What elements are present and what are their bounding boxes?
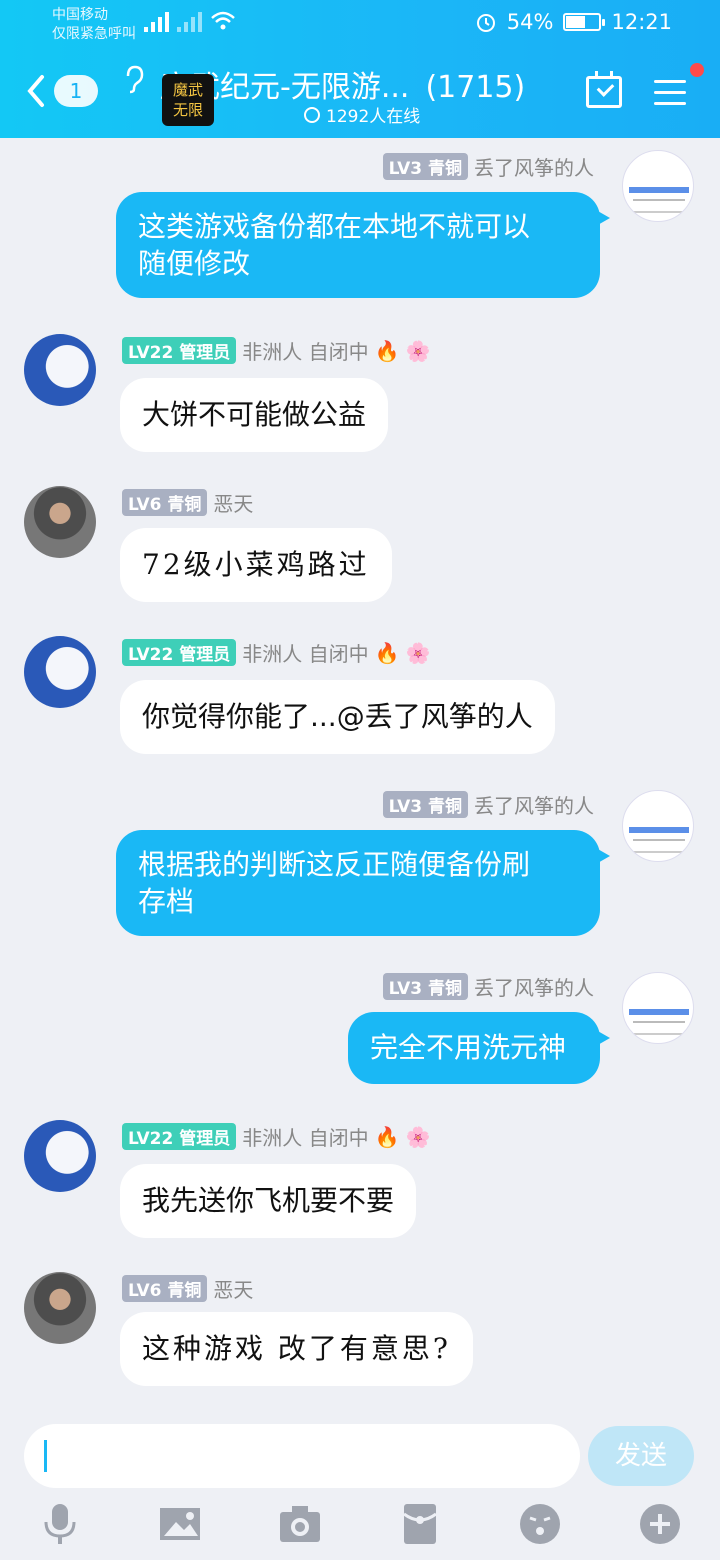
checkin-calendar-icon[interactable] (586, 71, 622, 108)
group-title[interactable]: 魔武纪元-无限游... (1715) (160, 62, 525, 106)
sender-name[interactable]: 丢了风筝的人 (474, 972, 594, 1001)
sender-meta: LV6 青铜 恶天 (122, 1274, 253, 1303)
battery-percent: 54% (506, 10, 554, 34)
emoji-icon[interactable] (518, 1502, 562, 1546)
sender-name[interactable]: 丢了风筝的人 (474, 152, 594, 181)
avatar[interactable] (622, 972, 694, 1044)
message-input[interactable] (24, 1424, 580, 1488)
sender-meta: LV22 管理员 非洲人 自闭中 🔥 🌸 (122, 336, 430, 365)
message-bubble[interactable]: 我先送你飞机要不要 (120, 1164, 417, 1238)
notification-dot (690, 63, 704, 77)
avatar[interactable] (622, 150, 694, 222)
member-count: (1715) (425, 70, 526, 105)
flower-icon: 🌸 (405, 1124, 431, 1149)
fire-icon: 🔥 (374, 338, 400, 363)
sender-name[interactable]: 恶天 (213, 1274, 253, 1303)
sender-meta: LV3 青铜 丢了风筝的人 (382, 152, 594, 181)
chevron-left-icon (27, 75, 44, 107)
back-button[interactable]: 1 (26, 74, 98, 108)
message-bubble[interactable]: 大饼不可能做公益 (120, 378, 389, 452)
fire-icon: 🔥 (374, 1124, 400, 1149)
message-bubble[interactable]: 完全不用洗元神 (348, 1012, 610, 1084)
battery-icon (563, 13, 606, 31)
avatar[interactable] (24, 486, 96, 558)
message-bubble[interactable]: 72级小菜鸡路过 (120, 528, 392, 602)
sender-name[interactable]: 恶天 (213, 488, 253, 517)
sender-meta: LV3 青铜 丢了风筝的人 (382, 972, 594, 1001)
carrier-info: 中国移动 仅限紧急呼叫 (52, 6, 136, 44)
online-icon (304, 106, 320, 123)
avatar[interactable] (24, 636, 96, 708)
group-logo: 魔武 无限 (162, 74, 214, 126)
avatar[interactable] (24, 1120, 96, 1192)
camera-icon[interactable] (278, 1502, 322, 1546)
sender-meta: LV22 管理员 非洲人 自闭中 🔥 🌸 (122, 638, 430, 667)
online-count: 1292人在线 (304, 102, 420, 127)
clock: 12:21 (611, 10, 672, 34)
image-icon[interactable] (158, 1502, 202, 1546)
chat-header: 中国移动 仅限紧急呼叫 54% 12:21 1 魔武纪元-无限游... (171… (0, 0, 720, 138)
sender-name[interactable]: 非洲人 自闭中 (242, 1122, 368, 1151)
wifi-icon (211, 11, 235, 30)
red-packet-icon[interactable] (398, 1502, 442, 1546)
carrier-sub: 仅限紧急呼叫 (52, 26, 136, 42)
flower-icon: 🌸 (405, 338, 431, 363)
alarm-icon (476, 14, 495, 32)
mic-icon[interactable] (38, 1502, 82, 1546)
sender-name[interactable]: 非洲人 自闭中 (242, 336, 368, 365)
avatar[interactable] (24, 334, 96, 406)
sender-meta: LV22 管理员 非洲人 自闭中 🔥 🌸 (122, 1122, 430, 1151)
message-bubble[interactable]: 你觉得你能了...@丢了风筝的人 (120, 680, 555, 754)
text-caret (44, 1440, 47, 1472)
signal-icon (144, 10, 169, 32)
sender-meta: LV3 青铜 丢了风筝的人 (382, 790, 594, 819)
avatar[interactable] (622, 790, 694, 862)
fire-icon: 🔥 (374, 640, 400, 665)
message-bubble[interactable]: 这类游戏备份都在本地不就可以 随便修改 (116, 192, 610, 298)
sender-name[interactable]: 非洲人 自闭中 (242, 638, 368, 667)
avatar[interactable] (24, 1272, 96, 1344)
status-right: 54% 12:21 (475, 10, 672, 34)
menu-icon[interactable] (654, 80, 686, 106)
ear-mode-icon[interactable] (122, 64, 146, 94)
sender-meta: LV6 青铜 恶天 (122, 488, 253, 517)
plus-icon[interactable] (638, 1502, 682, 1546)
send-button[interactable]: 发送 (588, 1426, 694, 1486)
carrier-name: 中国移动 (52, 7, 108, 23)
message-bubble[interactable]: 这种游戏 改了有意思? (120, 1312, 473, 1386)
sender-name[interactable]: 丢了风筝的人 (474, 790, 594, 819)
network-indicators (144, 10, 236, 32)
message-bubble[interactable]: 根据我的判断这反正随便备份刷 存档 (116, 830, 610, 936)
flower-icon: 🌸 (405, 640, 431, 665)
signal-2-icon (177, 10, 202, 32)
unread-badge: 1 (54, 75, 98, 107)
